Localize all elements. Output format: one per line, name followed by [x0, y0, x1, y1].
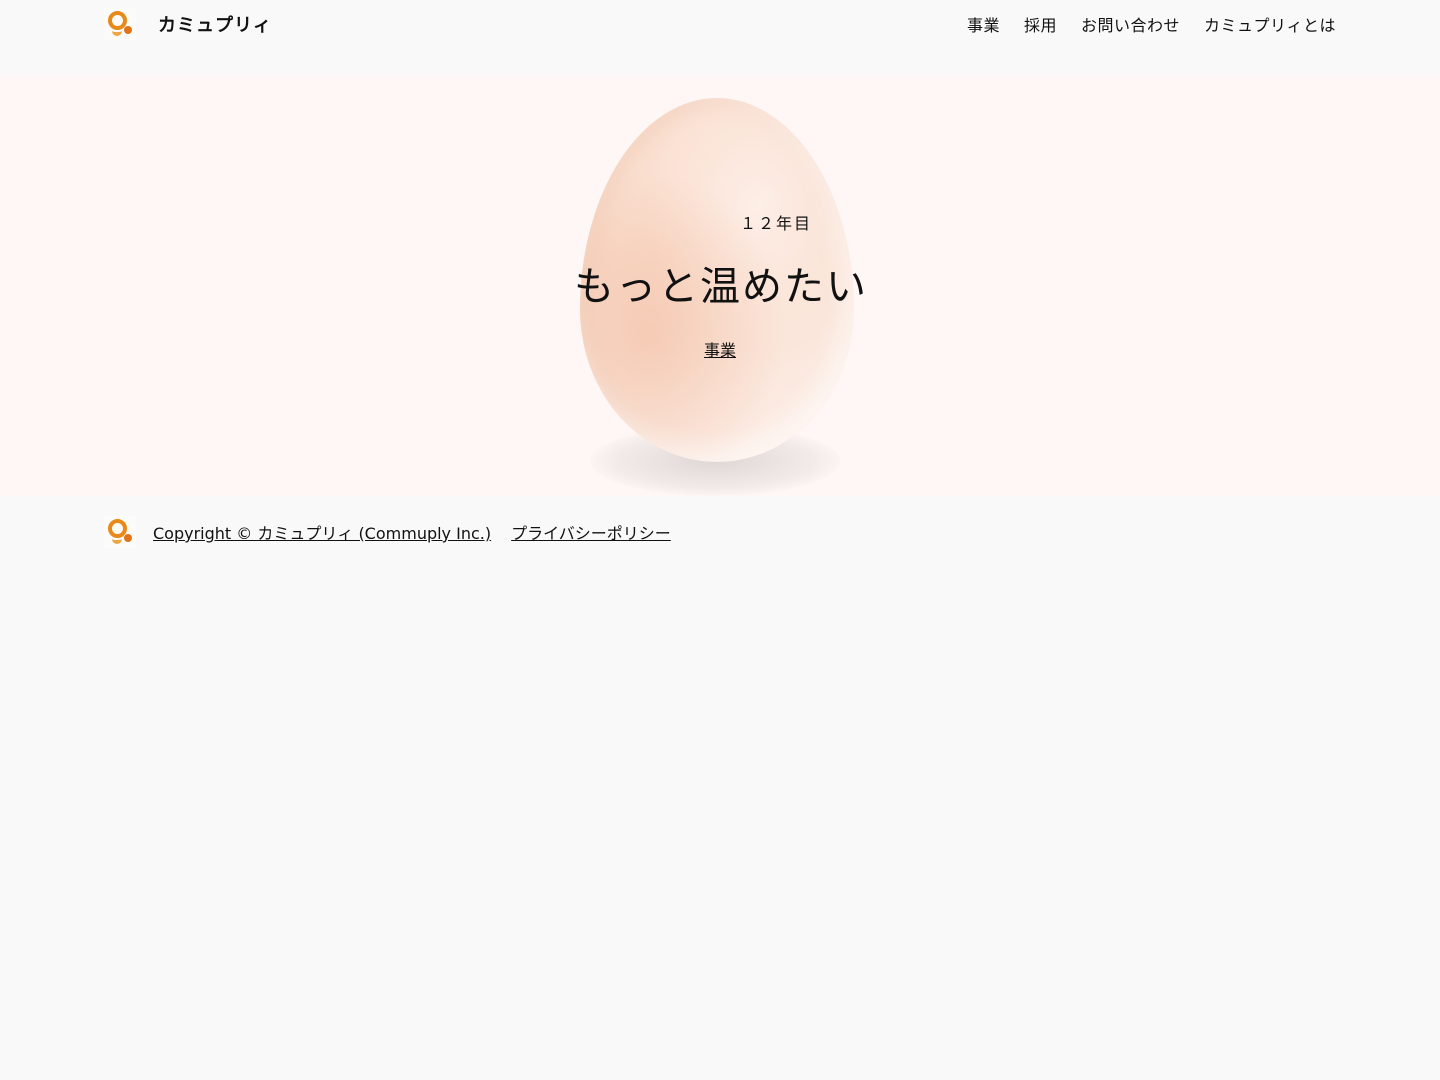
site-header: カミュプリィ 事業 採用 お問い合わせ カミュプリィとは — [0, 0, 1440, 64]
nav-item-recruit[interactable]: 採用 — [1024, 12, 1057, 36]
nav-item-about[interactable]: カミュプリィとは — [1204, 12, 1336, 36]
brand-name: カミュプリィ — [158, 15, 272, 36]
nav-item-business[interactable]: 事業 — [967, 12, 1000, 36]
main-nav: 事業 採用 お問い合わせ カミュプリィとは — [967, 12, 1336, 36]
site-footer: Copyright © カミュプリィ (Commuply Inc.) プライバシ… — [104, 516, 691, 548]
hero-link-wrap: 事業 — [0, 337, 1440, 361]
brand-link[interactable]: カミュプリィ — [104, 8, 272, 40]
hero-title: もっと温めたい — [574, 264, 868, 310]
hero-subtitle: １２年目 — [740, 214, 813, 233]
nav-item-contact[interactable]: お問い合わせ — [1081, 12, 1180, 36]
hero-section: １２年目 もっと温めたい 事業 — [0, 76, 1440, 496]
hero-business-link[interactable]: 事業 — [704, 341, 736, 360]
copyright-link[interactable]: Copyright © カミュプリィ (Commuply Inc.) — [153, 520, 491, 544]
privacy-policy-link[interactable]: プライバシーポリシー — [511, 520, 671, 544]
footer-logo-icon — [104, 516, 136, 548]
commuply-logo-icon — [104, 8, 136, 40]
